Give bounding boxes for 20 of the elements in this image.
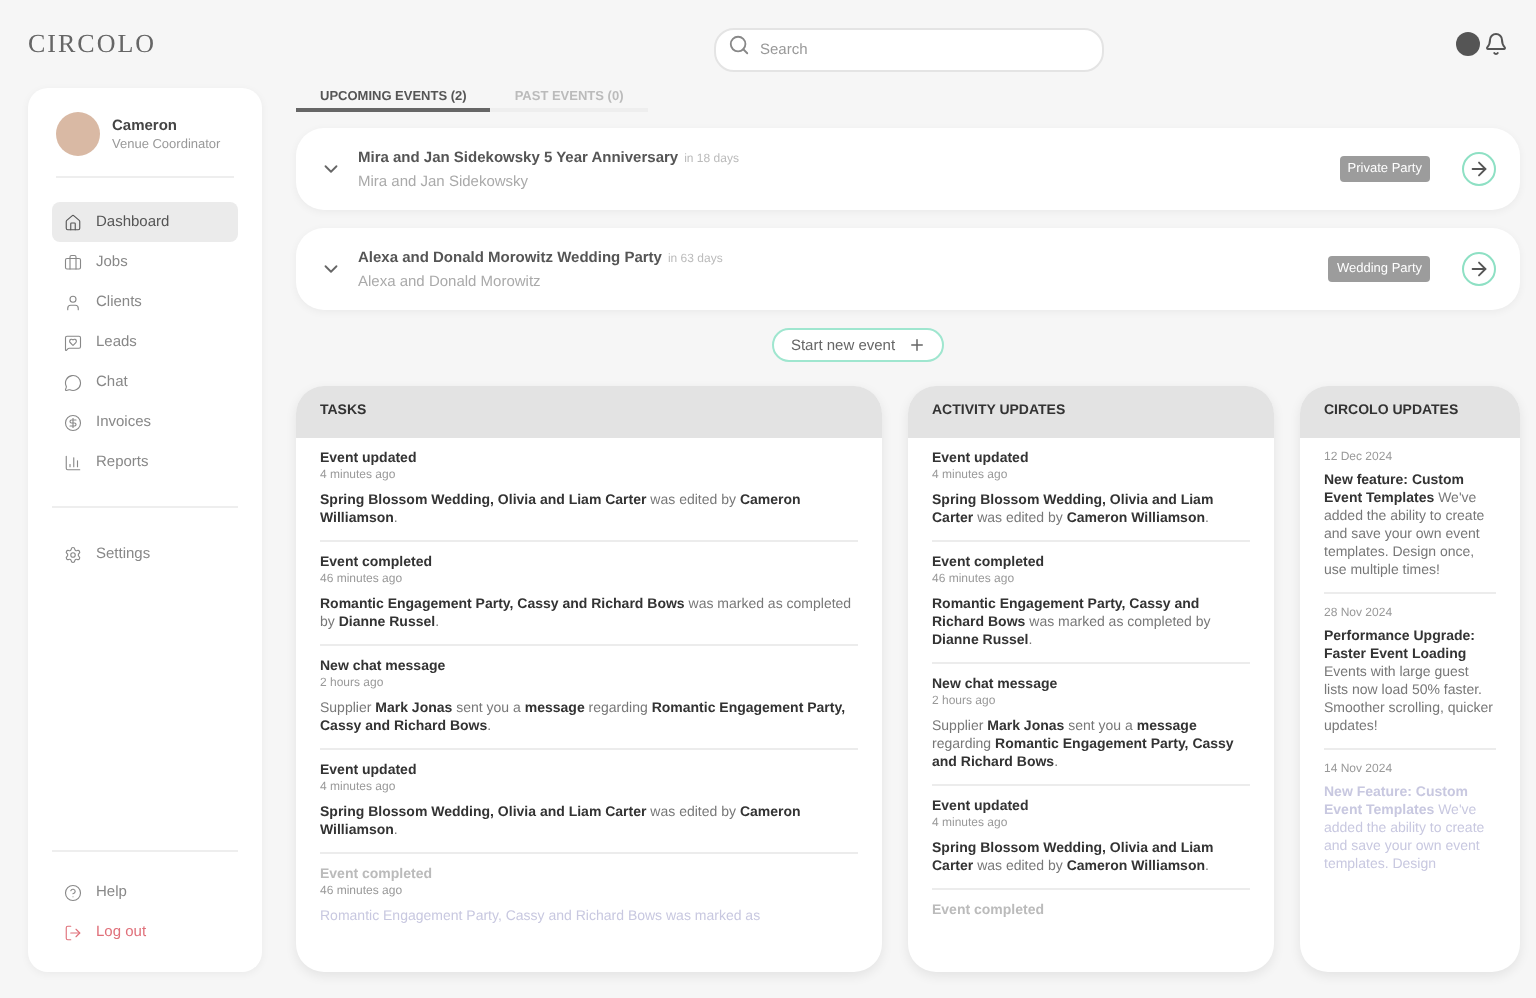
notifications-icon[interactable] (1484, 32, 1508, 56)
bar-chart-icon (64, 453, 82, 471)
arrow-right-icon (1468, 258, 1490, 280)
logo: CIRCOLO (28, 26, 159, 63)
chat-icon (64, 373, 82, 391)
help-icon (64, 883, 82, 901)
logout-icon (64, 923, 82, 941)
settings-icon (64, 545, 82, 563)
dollar-icon (64, 413, 82, 431)
plus-icon (907, 336, 926, 354)
open-event-button[interactable] (1462, 152, 1496, 186)
house-icon (64, 213, 82, 231)
person-icon (64, 293, 82, 311)
open-event-button[interactable] (1462, 252, 1496, 286)
briefcase-icon (64, 253, 82, 271)
avatar (56, 112, 100, 156)
arrow-right-icon (1468, 158, 1490, 180)
user-avatar[interactable] (1456, 32, 1480, 56)
heart-message-icon (64, 333, 82, 351)
search-icon (728, 33, 750, 55)
